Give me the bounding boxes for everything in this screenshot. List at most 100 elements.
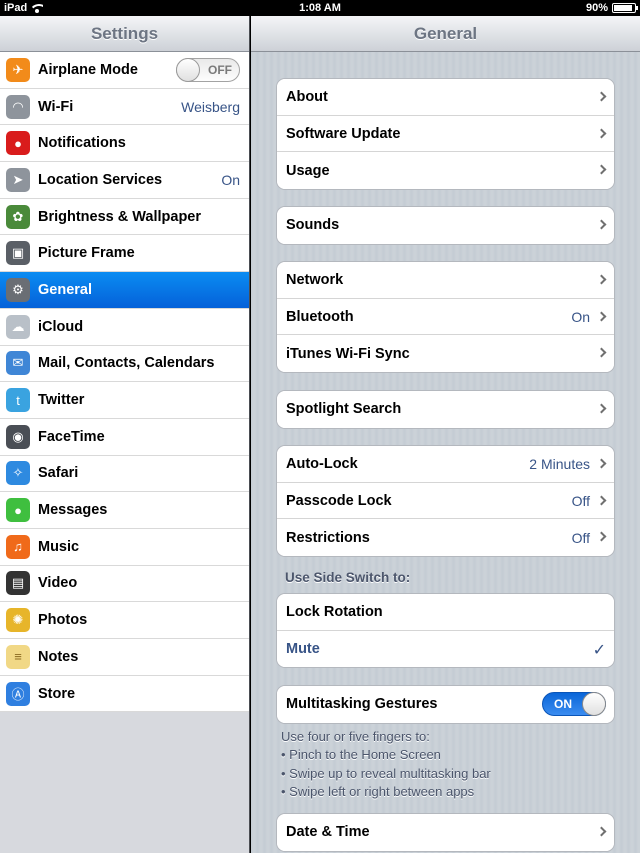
compass-icon: ✧ [6,461,30,486]
picture-frame-icon: ▣ [6,241,30,266]
sidebar-item-wifi[interactable]: ◠ Wi-Fi Weisberg [0,88,249,126]
row-label: Mute [286,641,320,658]
row-label: Passcode Lock [286,492,392,509]
chevron-right-icon [596,495,607,506]
general-settings-pane: General About Software Update Usage Soun… [251,16,640,853]
sidebar-list: ✈ Airplane Mode OFF ◠ Wi-Fi Weisberg ● N… [0,52,249,713]
row-passcode-lock[interactable]: Passcode Lock Off [277,482,614,520]
passcode-lock-value: Off [571,492,590,509]
multitasking-gestures-toggle[interactable]: ON [542,692,606,717]
toggle-knob [582,692,606,717]
sidebar-item-store[interactable]: Ⓐ Store [0,675,249,713]
row-label: Multitasking Gestures [286,696,438,713]
facetime-icon: ◉ [6,424,30,449]
row-auto-lock[interactable]: Auto-Lock 2 Minutes [277,446,614,483]
sidebar-item-label: Music [38,538,80,555]
battery-icon [612,3,638,13]
sidebar-item-label: Airplane Mode [38,61,138,78]
side-switch-header: Use Side Switch to: [285,570,411,585]
row-restrictions[interactable]: Restrictions Off [277,519,614,557]
row-about[interactable]: About [277,79,614,116]
row-label: Bluetooth [286,308,354,325]
network-group: Network Bluetooth On iTunes Wi-Fi Sync [276,261,615,374]
row-label: Sounds [286,217,340,234]
chevron-right-icon [596,531,607,542]
checkmark-icon: ✓ [592,641,606,659]
sidebar-item-facetime[interactable]: ◉ FaceTime [0,418,249,456]
sidebar-item-messages[interactable]: ● Messages [0,492,249,529]
row-label: Network [286,271,344,288]
sidebar-item-label: Store [38,685,76,702]
sunflower-icon: ✺ [6,608,30,633]
toggle-state: ON [554,697,572,712]
sidebar-item-label: iCloud [38,318,84,335]
sidebar-item-icloud[interactable]: ☁ iCloud [0,308,249,346]
status-bar: iPad 1:08 AM 90% [0,0,640,16]
sidebar-item-general[interactable]: ⚙ General [0,272,249,309]
about-group: About Software Update Usage [276,78,615,191]
sidebar-item-label: FaceTime [38,428,105,445]
row-bluetooth[interactable]: Bluetooth On [277,298,614,336]
sidebar-item-video[interactable]: ▤ Video [0,565,249,603]
sidebar-item-label: Safari [38,465,79,482]
sidebar-item-label: Brightness & Wallpaper [38,208,202,225]
sidebar-item-photos[interactable]: ✺ Photos [0,602,249,639]
row-label: Lock Rotation [286,603,383,620]
flower-icon: ✿ [6,204,30,229]
sidebar-item-music[interactable]: ♫ Music [0,528,249,566]
sidebar-item-label: Photos [38,612,88,629]
date-time-group: Date & Time [276,813,615,852]
sidebar-item-mail-contacts-calendars[interactable]: ✉ Mail, Contacts, Calendars [0,345,249,383]
chevron-right-icon [596,164,607,175]
spotlight-group: Spotlight Search [276,390,615,429]
sidebar-item-airplane-mode[interactable]: ✈ Airplane Mode OFF [0,52,249,89]
airplane-icon: ✈ [6,57,30,82]
sidebar-item-label: Messages [38,502,108,519]
sidebar-item-twitter[interactable]: t Twitter [0,382,249,419]
row-network[interactable]: Network [277,262,614,299]
row-usage[interactable]: Usage [277,152,614,190]
row-spotlight-search[interactable]: Spotlight Search [277,391,614,428]
sidebar-item-brightness-wallpaper[interactable]: ✿ Brightness & Wallpaper [0,198,249,236]
chevron-right-icon [596,826,607,837]
clock: 1:08 AM [299,2,341,14]
cloud-icon: ☁ [6,314,30,339]
row-sounds[interactable]: Sounds [277,207,614,244]
row-mute[interactable]: Mute ✓ [277,630,614,668]
sidebar-item-notes[interactable]: ≡ Notes [0,639,249,676]
chevron-right-icon [596,219,607,230]
row-label: Usage [286,162,330,179]
footer-line: Use four or five fingers to: [281,729,430,744]
sidebar-item-label: Twitter [38,392,85,409]
sidebar-item-label: Mail, Contacts, Calendars [38,355,215,372]
settings-sidebar: Settings ✈ Airplane Mode OFF ◠ Wi-Fi Wei… [0,16,250,853]
toggle-state: OFF [208,62,232,77]
restrictions-value: Off [571,529,590,546]
chevron-right-icon [596,91,607,102]
sidebar-item-notifications[interactable]: ● Notifications [0,125,249,163]
music-note-icon: ♫ [6,534,30,559]
sounds-group: Sounds [276,206,615,245]
battery-percent: 90% [585,2,608,14]
sidebar-item-label: Notes [38,648,79,665]
sidebar-item-label: Video [38,575,78,592]
sidebar-item-location-services[interactable]: ➤ Location Services On [0,162,249,199]
app-store-icon: Ⓐ [6,681,30,706]
chevron-right-icon [596,458,607,469]
row-software-update[interactable]: Software Update [277,115,614,153]
twitter-icon: t [6,388,30,413]
row-lock-rotation[interactable]: Lock Rotation [277,594,614,631]
notepad-icon: ≡ [6,644,30,669]
row-label: Spotlight Search [286,401,402,418]
sidebar-item-label: Wi-Fi [38,98,74,115]
sidebar-item-label: General [38,281,92,298]
airplane-mode-toggle[interactable]: OFF [176,57,240,82]
row-itunes-wifi-sync[interactable]: iTunes Wi-Fi Sync [277,335,614,373]
footer-line: • Pinch to the Home Screen [281,747,441,763]
sidebar-item-label: Picture Frame [38,245,135,262]
row-date-time[interactable]: Date & Time [277,814,614,851]
wifi-network-value: Weisberg [181,98,240,115]
sidebar-item-safari[interactable]: ✧ Safari [0,455,249,493]
sidebar-item-picture-frame[interactable]: ▣ Picture Frame [0,235,249,273]
multitasking-footer: Use four or five fingers to: • Pinch to … [281,728,611,802]
